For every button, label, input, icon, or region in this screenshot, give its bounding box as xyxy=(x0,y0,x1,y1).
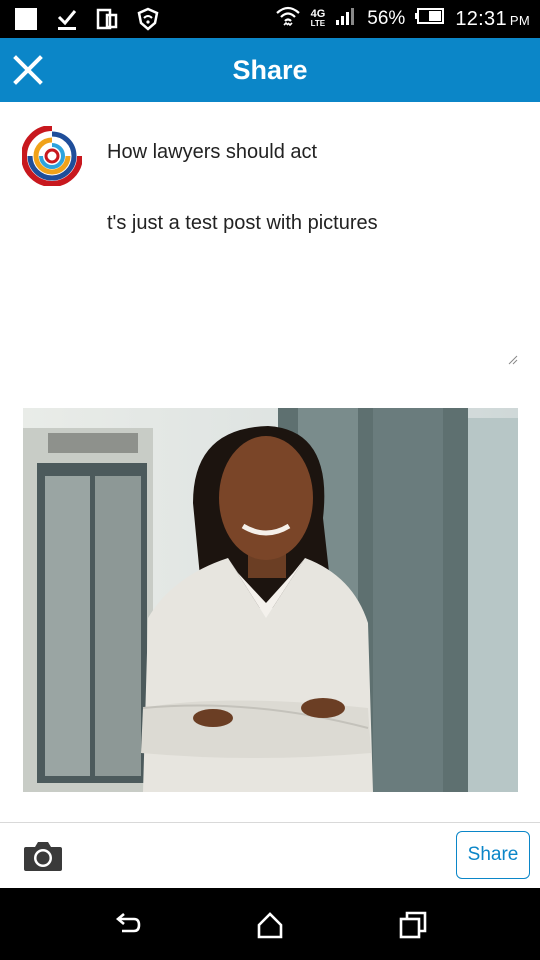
status-system: 4G LTE 56% 12:31 PM xyxy=(275,0,530,38)
battery-percent: 56% xyxy=(367,8,406,29)
notification-square-icon xyxy=(14,7,38,36)
clock-time: 12:31 xyxy=(455,7,507,30)
status-bar: 4G LTE 56% 12:31 PM xyxy=(0,0,540,38)
system-nav-bar xyxy=(0,888,540,960)
share-button[interactable]: Share xyxy=(456,831,530,879)
battery-icon xyxy=(415,7,445,31)
attached-photo xyxy=(23,408,518,792)
network-type-icon: 4G LTE xyxy=(311,9,326,29)
camera-icon[interactable] xyxy=(22,839,64,873)
recents-icon[interactable] xyxy=(398,910,428,940)
clock-suffix: PM xyxy=(509,12,530,28)
share-composer: How lawyers should act t's just a test p… xyxy=(0,102,540,822)
status-notifications xyxy=(14,7,160,36)
app-bar: Share xyxy=(0,38,540,102)
download-complete-icon xyxy=(56,7,78,36)
post-title[interactable]: How lawyers should act xyxy=(107,141,317,164)
page-title: Share xyxy=(232,55,308,85)
network-subtype: LTE xyxy=(310,19,326,28)
back-icon[interactable] xyxy=(112,910,142,940)
signal-icon xyxy=(335,6,357,32)
shield-icon xyxy=(136,7,160,36)
avatar[interactable] xyxy=(21,125,83,187)
post-text-input[interactable]: t's just a test post with pictures xyxy=(107,212,378,235)
composer-toolbar: Share xyxy=(0,822,540,889)
home-icon[interactable] xyxy=(255,910,285,940)
wifi-icon xyxy=(275,4,301,34)
network-type: 4G xyxy=(310,8,326,20)
resize-handle-icon[interactable] xyxy=(508,352,518,365)
screen-rotation-icon xyxy=(96,7,118,36)
clock: 12:31 PM xyxy=(455,8,530,31)
